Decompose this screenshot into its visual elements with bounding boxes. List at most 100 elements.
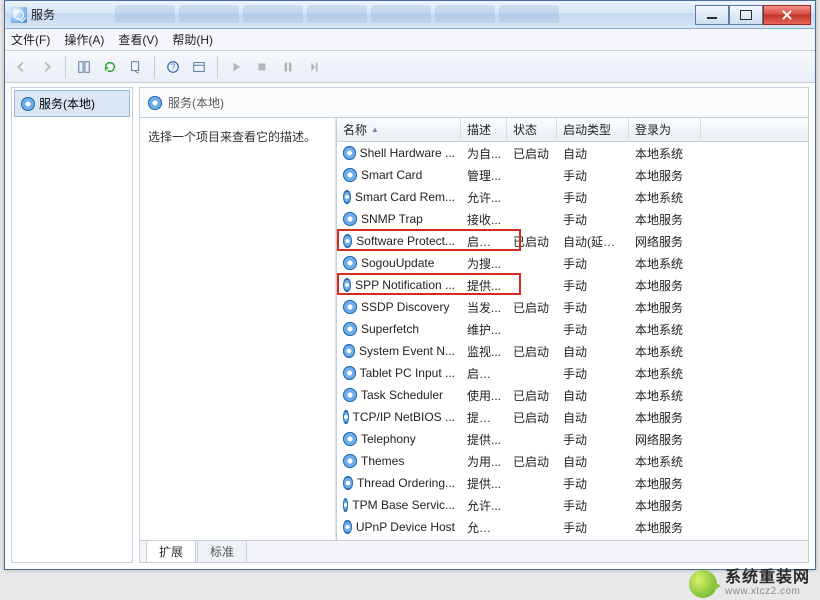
- detail-title: 服务(本地): [168, 94, 224, 111]
- service-row[interactable]: Software Protect...启用 ...已启动自动(延迟...网络服务: [337, 230, 808, 252]
- nav-label: 服务(本地): [39, 95, 95, 112]
- tab-extended[interactable]: 扩展: [146, 540, 196, 562]
- gear-icon: [343, 212, 357, 226]
- gear-icon: [343, 520, 352, 534]
- list-rows[interactable]: Shell Hardware ...为自...已启动自动本地系统 Smart Ca…: [337, 142, 808, 540]
- restart-service-button: [302, 55, 326, 79]
- detail-header: 服务(本地): [140, 88, 808, 118]
- service-row[interactable]: Shell Hardware ...为自...已启动自动本地系统: [337, 142, 808, 164]
- service-description: 提供...: [461, 277, 507, 294]
- service-description: 监视...: [461, 343, 507, 360]
- properties-button[interactable]: [187, 55, 211, 79]
- gear-icon: [343, 278, 351, 292]
- menu-view[interactable]: 查看(V): [118, 31, 158, 48]
- gear-icon: [343, 344, 355, 358]
- services-list[interactable]: 名称▲ 描述 状态 启动类型 登录为 Shell Hardware ...为自.…: [336, 118, 808, 540]
- service-row[interactable]: Smart Card管理...手动本地服务: [337, 164, 808, 186]
- service-logon: 本地系统: [629, 321, 701, 338]
- service-name: Shell Hardware ...: [360, 146, 455, 160]
- view-tabs: 扩展 标准: [140, 540, 808, 562]
- service-row[interactable]: SNMP Trap接收...手动本地服务: [337, 208, 808, 230]
- service-description: 启用 ...: [461, 365, 507, 382]
- column-name[interactable]: 名称▲: [337, 118, 461, 141]
- gear-icon: [343, 168, 357, 182]
- service-startup: 手动: [557, 497, 629, 514]
- menubar: 文件(F) 操作(A) 查看(V) 帮助(H): [5, 29, 815, 51]
- service-row[interactable]: SPP Notification ...提供...手动本地服务: [337, 274, 808, 296]
- service-row[interactable]: Task Scheduler使用...已启动自动本地系统: [337, 384, 808, 406]
- minimize-button[interactable]: [695, 5, 729, 25]
- service-status: 已启动: [507, 145, 557, 162]
- service-description: 提供...: [461, 475, 507, 492]
- service-row[interactable]: Tablet PC Input ...启用 ...手动本地系统: [337, 362, 808, 384]
- menu-help[interactable]: 帮助(H): [172, 31, 213, 48]
- service-startup: 手动: [557, 211, 629, 228]
- service-row[interactable]: UPnP Device Host允许 ...手动本地服务: [337, 516, 808, 538]
- service-name: Superfetch: [361, 322, 419, 336]
- service-description: 为搜...: [461, 255, 507, 272]
- service-name: Telephony: [361, 432, 416, 446]
- gear-icon: [343, 410, 349, 424]
- description-pane: 选择一个项目来查看它的描述。: [140, 118, 336, 540]
- navigation-pane[interactable]: 服务(本地): [11, 87, 133, 563]
- titlebar[interactable]: 服务: [5, 1, 815, 29]
- show-hide-tree-button[interactable]: [72, 55, 96, 79]
- service-name: SNMP Trap: [361, 212, 423, 226]
- maximize-button[interactable]: [729, 5, 763, 25]
- service-logon: 本地系统: [629, 145, 701, 162]
- export-list-button[interactable]: [124, 55, 148, 79]
- service-row[interactable]: User Profile Serv...此服...已启动自动本地系统: [337, 538, 808, 540]
- column-description[interactable]: 描述: [461, 118, 507, 141]
- service-name: SSDP Discovery: [361, 300, 449, 314]
- service-row[interactable]: Telephony提供...手动网络服务: [337, 428, 808, 450]
- toolbar-separator: [217, 56, 218, 78]
- service-name: SogouUpdate: [361, 256, 434, 270]
- service-status: 已启动: [507, 453, 557, 470]
- service-logon: 本地服务: [629, 299, 701, 316]
- service-description: 管理...: [461, 167, 507, 184]
- column-startup-type[interactable]: 启动类型: [557, 118, 629, 141]
- watermark-brand: 系统重装网: [725, 570, 810, 587]
- service-logon: 本地服务: [629, 497, 701, 514]
- window-title: 服务: [31, 6, 55, 23]
- service-row[interactable]: Themes为用...已启动自动本地系统: [337, 450, 808, 472]
- nav-services-local[interactable]: 服务(本地): [14, 90, 130, 117]
- service-logon: 本地服务: [629, 519, 701, 536]
- service-row[interactable]: TPM Base Servic...允许...手动本地服务: [337, 494, 808, 516]
- service-status: 已启动: [507, 343, 557, 360]
- list-header[interactable]: 名称▲ 描述 状态 启动类型 登录为: [337, 118, 808, 142]
- back-button: [9, 55, 33, 79]
- service-startup: 自动(延迟...: [557, 233, 629, 250]
- service-name: SPP Notification ...: [355, 278, 455, 292]
- gear-icon: [343, 388, 357, 402]
- toolbar-separator: [65, 56, 66, 78]
- client-area: 服务(本地) 服务(本地) 选择一个项目来查看它的描述。 名称▲ 描述 状态 启…: [5, 83, 815, 569]
- menu-file[interactable]: 文件(F): [11, 31, 50, 48]
- tab-standard[interactable]: 标准: [197, 540, 247, 562]
- service-row[interactable]: SSDP Discovery当发...已启动手动本地服务: [337, 296, 808, 318]
- service-row[interactable]: TCP/IP NetBIOS ...提供 ...已启动自动本地服务: [337, 406, 808, 428]
- close-button[interactable]: [763, 5, 811, 25]
- gear-icon: [343, 256, 357, 270]
- help-button[interactable]: ?: [161, 55, 185, 79]
- column-status[interactable]: 状态: [507, 118, 557, 141]
- service-startup: 自动: [557, 387, 629, 404]
- svg-text:?: ?: [171, 62, 176, 71]
- service-row[interactable]: System Event N...监视...已启动自动本地系统: [337, 340, 808, 362]
- service-row[interactable]: Smart Card Rem...允许...手动本地系统: [337, 186, 808, 208]
- service-row[interactable]: SogouUpdate为搜...手动本地系统: [337, 252, 808, 274]
- service-status: 已启动: [507, 299, 557, 316]
- refresh-button[interactable]: [98, 55, 122, 79]
- services-icon: [11, 7, 27, 23]
- menu-action[interactable]: 操作(A): [64, 31, 104, 48]
- service-row[interactable]: Superfetch维护...手动本地系统: [337, 318, 808, 340]
- service-row[interactable]: Thread Ordering...提供...手动本地服务: [337, 472, 808, 494]
- service-startup: 手动: [557, 167, 629, 184]
- service-startup: 手动: [557, 299, 629, 316]
- column-logon-as[interactable]: 登录为: [629, 118, 701, 141]
- service-name: TPM Base Servic...: [352, 498, 455, 512]
- service-startup: 手动: [557, 519, 629, 536]
- service-startup: 自动: [557, 145, 629, 162]
- service-logon: 本地系统: [629, 343, 701, 360]
- service-startup: 手动: [557, 277, 629, 294]
